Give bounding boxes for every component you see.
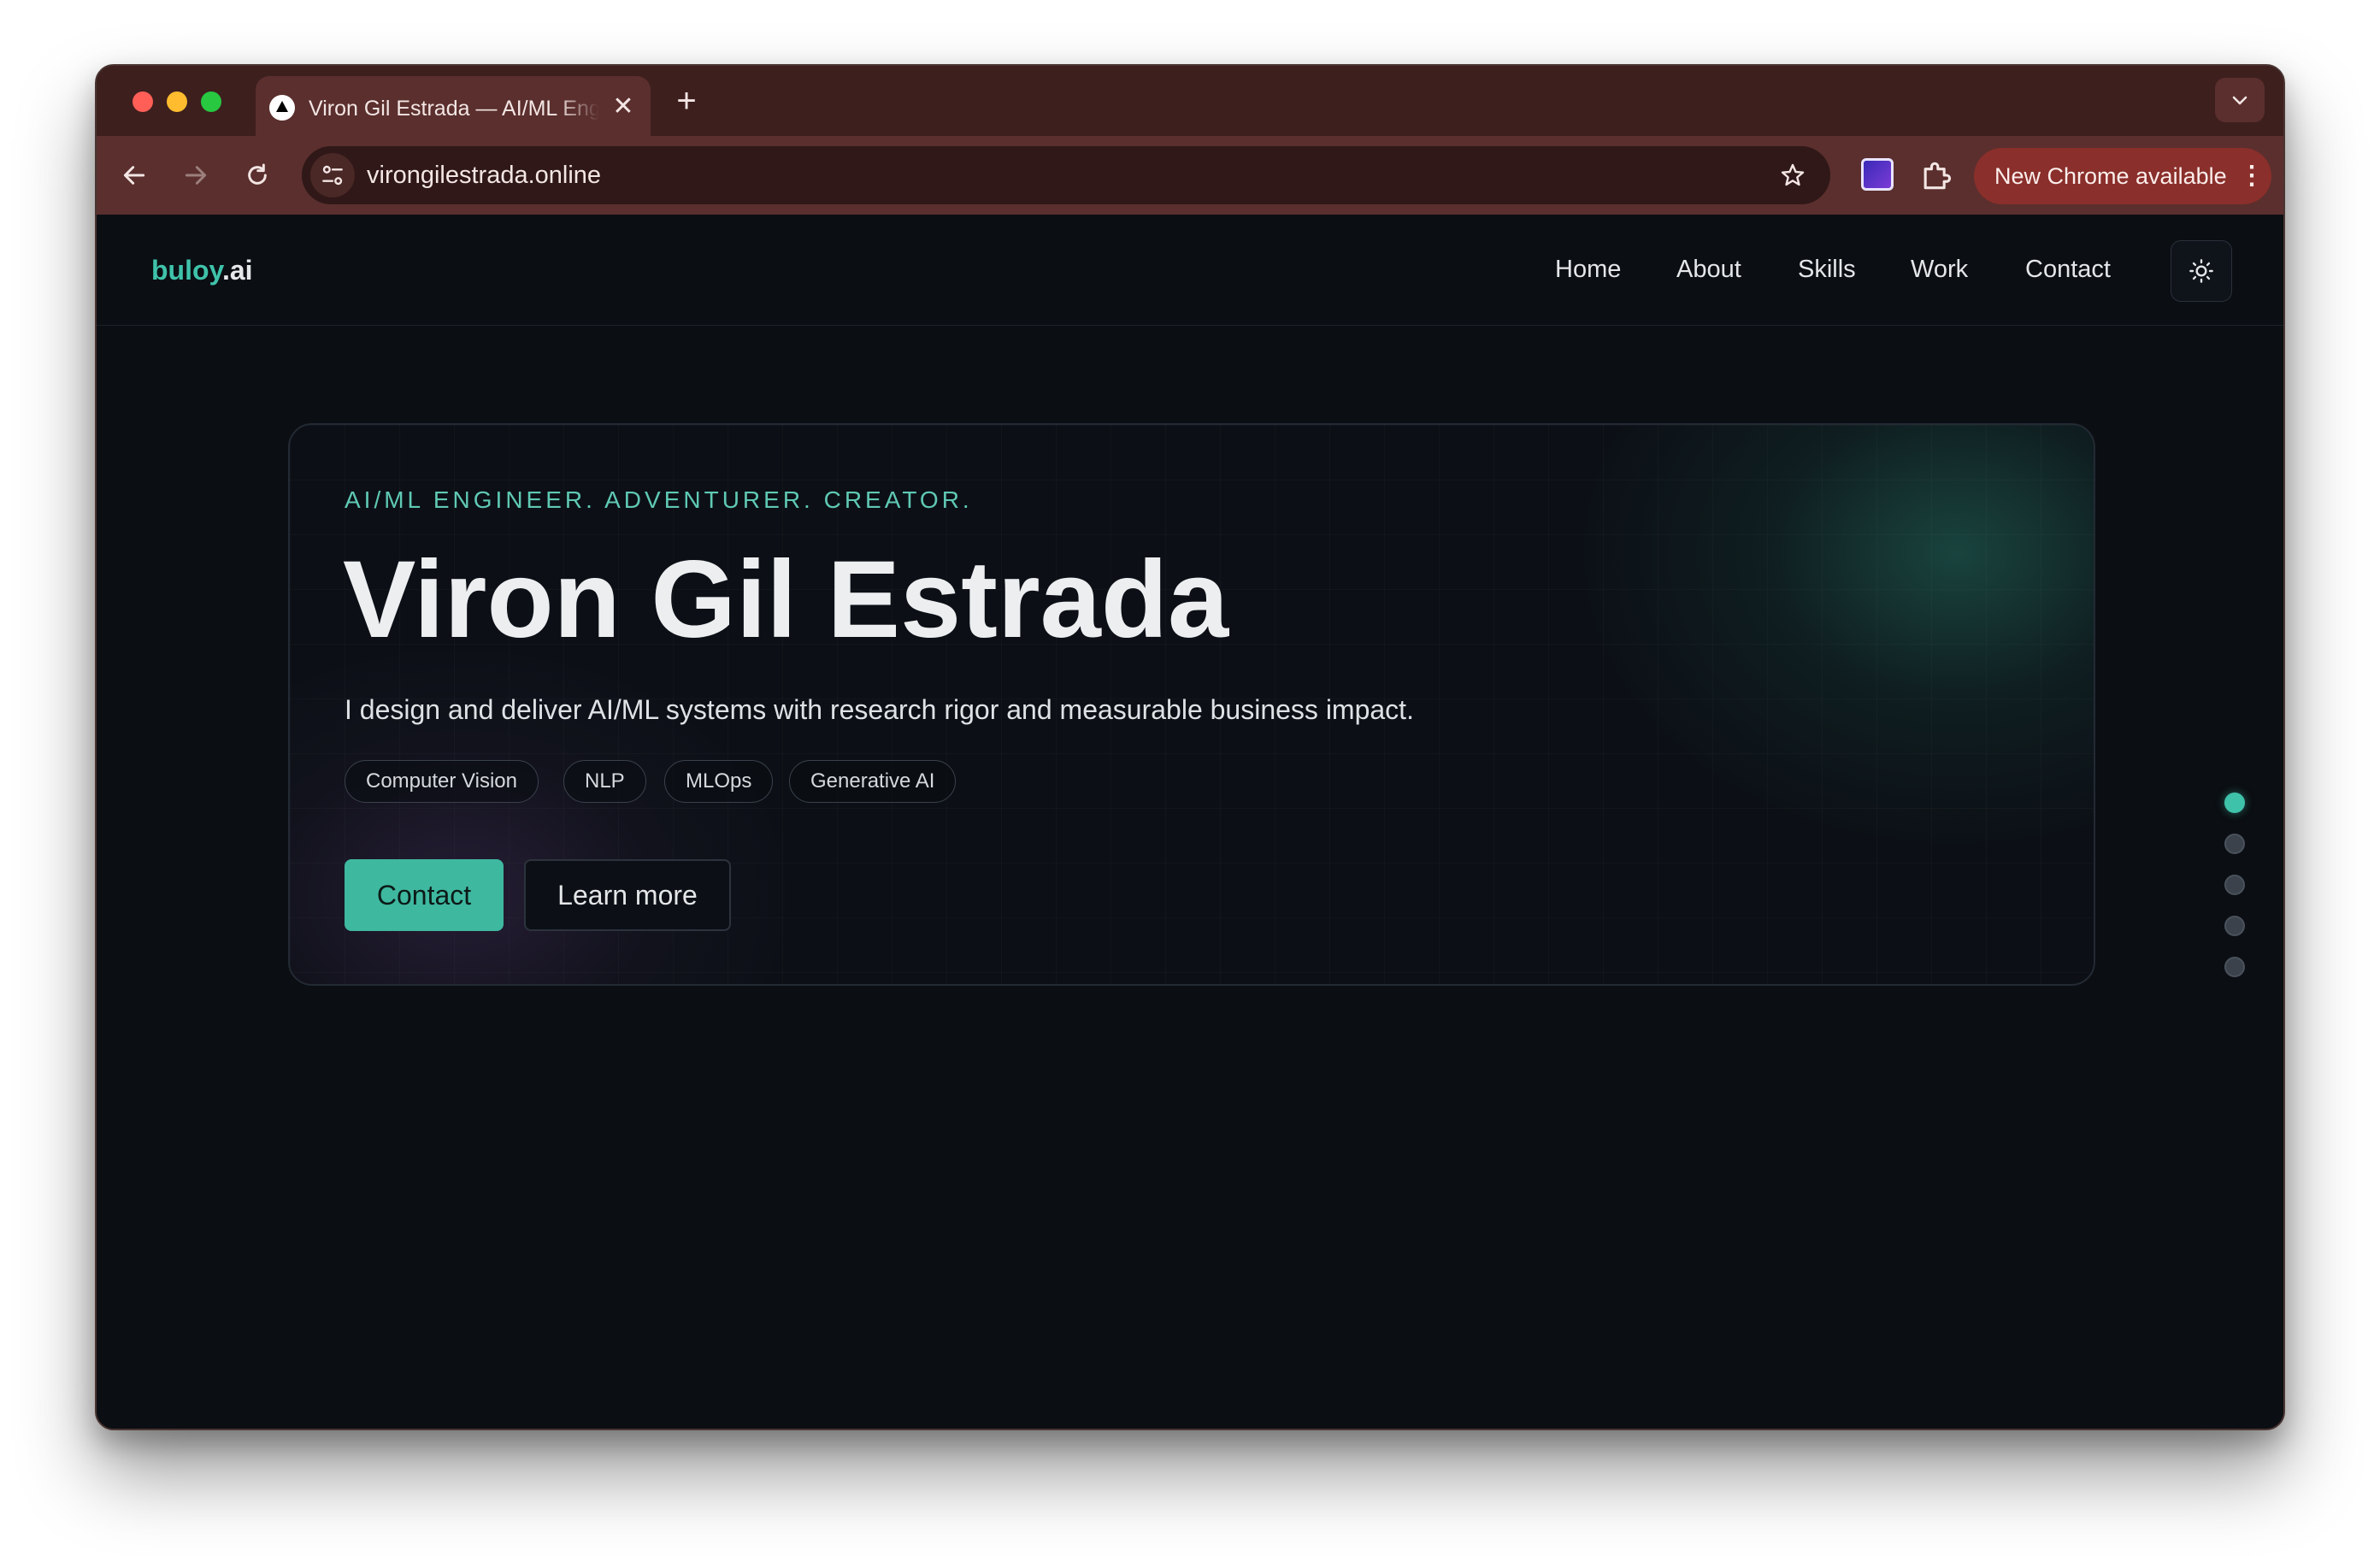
hero-description: I design and deliver AI/ML systems with … — [345, 694, 1414, 725]
extension-app-icon[interactable] — [1861, 158, 1894, 191]
browser-window: Viron Gil Estrada — AI/ML Engineer ✕ + — [95, 64, 2285, 1430]
web-page: buloy.ai Home About Skills Work Contact — [97, 215, 2283, 1429]
section-dot-2[interactable] — [2224, 834, 2245, 854]
arrow-right-icon — [185, 166, 207, 185]
puzzle-icon — [1923, 162, 1952, 190]
browser-toolbar: virongilestrada.online New Chrome availa… — [97, 136, 2283, 215]
tag-computer-vision: Computer Vision — [345, 760, 539, 803]
tag-mlops: MLOps — [664, 760, 774, 803]
nav-link-about[interactable]: About — [1676, 252, 1741, 286]
contact-button[interactable]: Contact — [345, 859, 504, 931]
section-dot-4[interactable] — [2224, 916, 2245, 936]
tab-search-button[interactable] — [2215, 78, 2265, 122]
star-outline-icon — [1781, 163, 1805, 186]
section-dot-3[interactable] — [2224, 875, 2245, 895]
site-info-button[interactable] — [310, 153, 355, 197]
section-dots-nav — [2222, 793, 2247, 989]
forward-button[interactable] — [177, 156, 215, 194]
tag-generative-ai: Generative AI — [789, 760, 957, 803]
browser-tab-active[interactable]: Viron Gil Estrada — AI/ML Engineer ✕ — [256, 76, 651, 138]
tune-icon — [322, 165, 343, 186]
brand-suffix: .ai — [221, 255, 253, 286]
update-chrome-button[interactable]: New Chrome available ⋮ — [1974, 148, 2271, 204]
reload-button[interactable] — [239, 156, 276, 194]
tab-strip: Viron Gil Estrada — AI/ML Engineer ✕ + — [97, 66, 2283, 138]
brand-primary: buloy — [151, 255, 222, 286]
site-header: buloy.ai Home About Skills Work Contact — [97, 215, 2283, 326]
nav-link-contact[interactable]: Contact — [2025, 252, 2111, 286]
hero-title: Viron Gil Estrada — [343, 539, 1229, 661]
chevron-down-icon — [2232, 96, 2247, 105]
nav-link-skills[interactable]: Skills — [1798, 252, 1856, 286]
new-tab-button[interactable]: + — [669, 84, 704, 119]
sun-icon — [2189, 259, 2213, 283]
site-logo-link[interactable]: buloy.ai — [151, 254, 253, 286]
tab-title: Viron Gil Estrada — AI/ML Engineer — [309, 97, 599, 121]
address-bar[interactable]: virongilestrada.online — [302, 146, 1830, 204]
update-chrome-label: New Chrome available — [1994, 163, 2227, 189]
more-menu-icon[interactable]: ⋮ — [2239, 160, 2265, 192]
extensions-puzzle-icon[interactable] — [1918, 156, 1955, 194]
nav-link-home[interactable]: Home — [1555, 252, 1621, 286]
arrow-left-icon — [123, 166, 145, 185]
section-dot-1[interactable] — [2224, 793, 2245, 813]
site-favicon-icon — [269, 95, 295, 121]
section-dot-5[interactable] — [2224, 957, 2245, 977]
hero-eyebrow: AI/ML ENGINEER. ADVENTURER. CREATOR. — [345, 486, 973, 513]
hero-card: AI/ML ENGINEER. ADVENTURER. CREATOR. Vir… — [288, 423, 2095, 986]
learn-more-button[interactable]: Learn more — [524, 859, 731, 931]
close-window-button[interactable] — [133, 91, 153, 112]
bookmark-star-icon[interactable] — [1774, 156, 1812, 194]
tag-nlp: NLP — [563, 760, 646, 803]
url-text: virongilestrada.online — [367, 162, 602, 189]
theme-toggle-button[interactable] — [2171, 240, 2232, 302]
maximize-window-button[interactable] — [201, 91, 221, 112]
back-button[interactable] — [115, 156, 153, 194]
nav-link-work[interactable]: Work — [1911, 252, 1968, 286]
tab-close-icon[interactable]: ✕ — [610, 93, 637, 121]
minimize-window-button[interactable] — [167, 91, 187, 112]
reload-icon — [248, 163, 267, 185]
